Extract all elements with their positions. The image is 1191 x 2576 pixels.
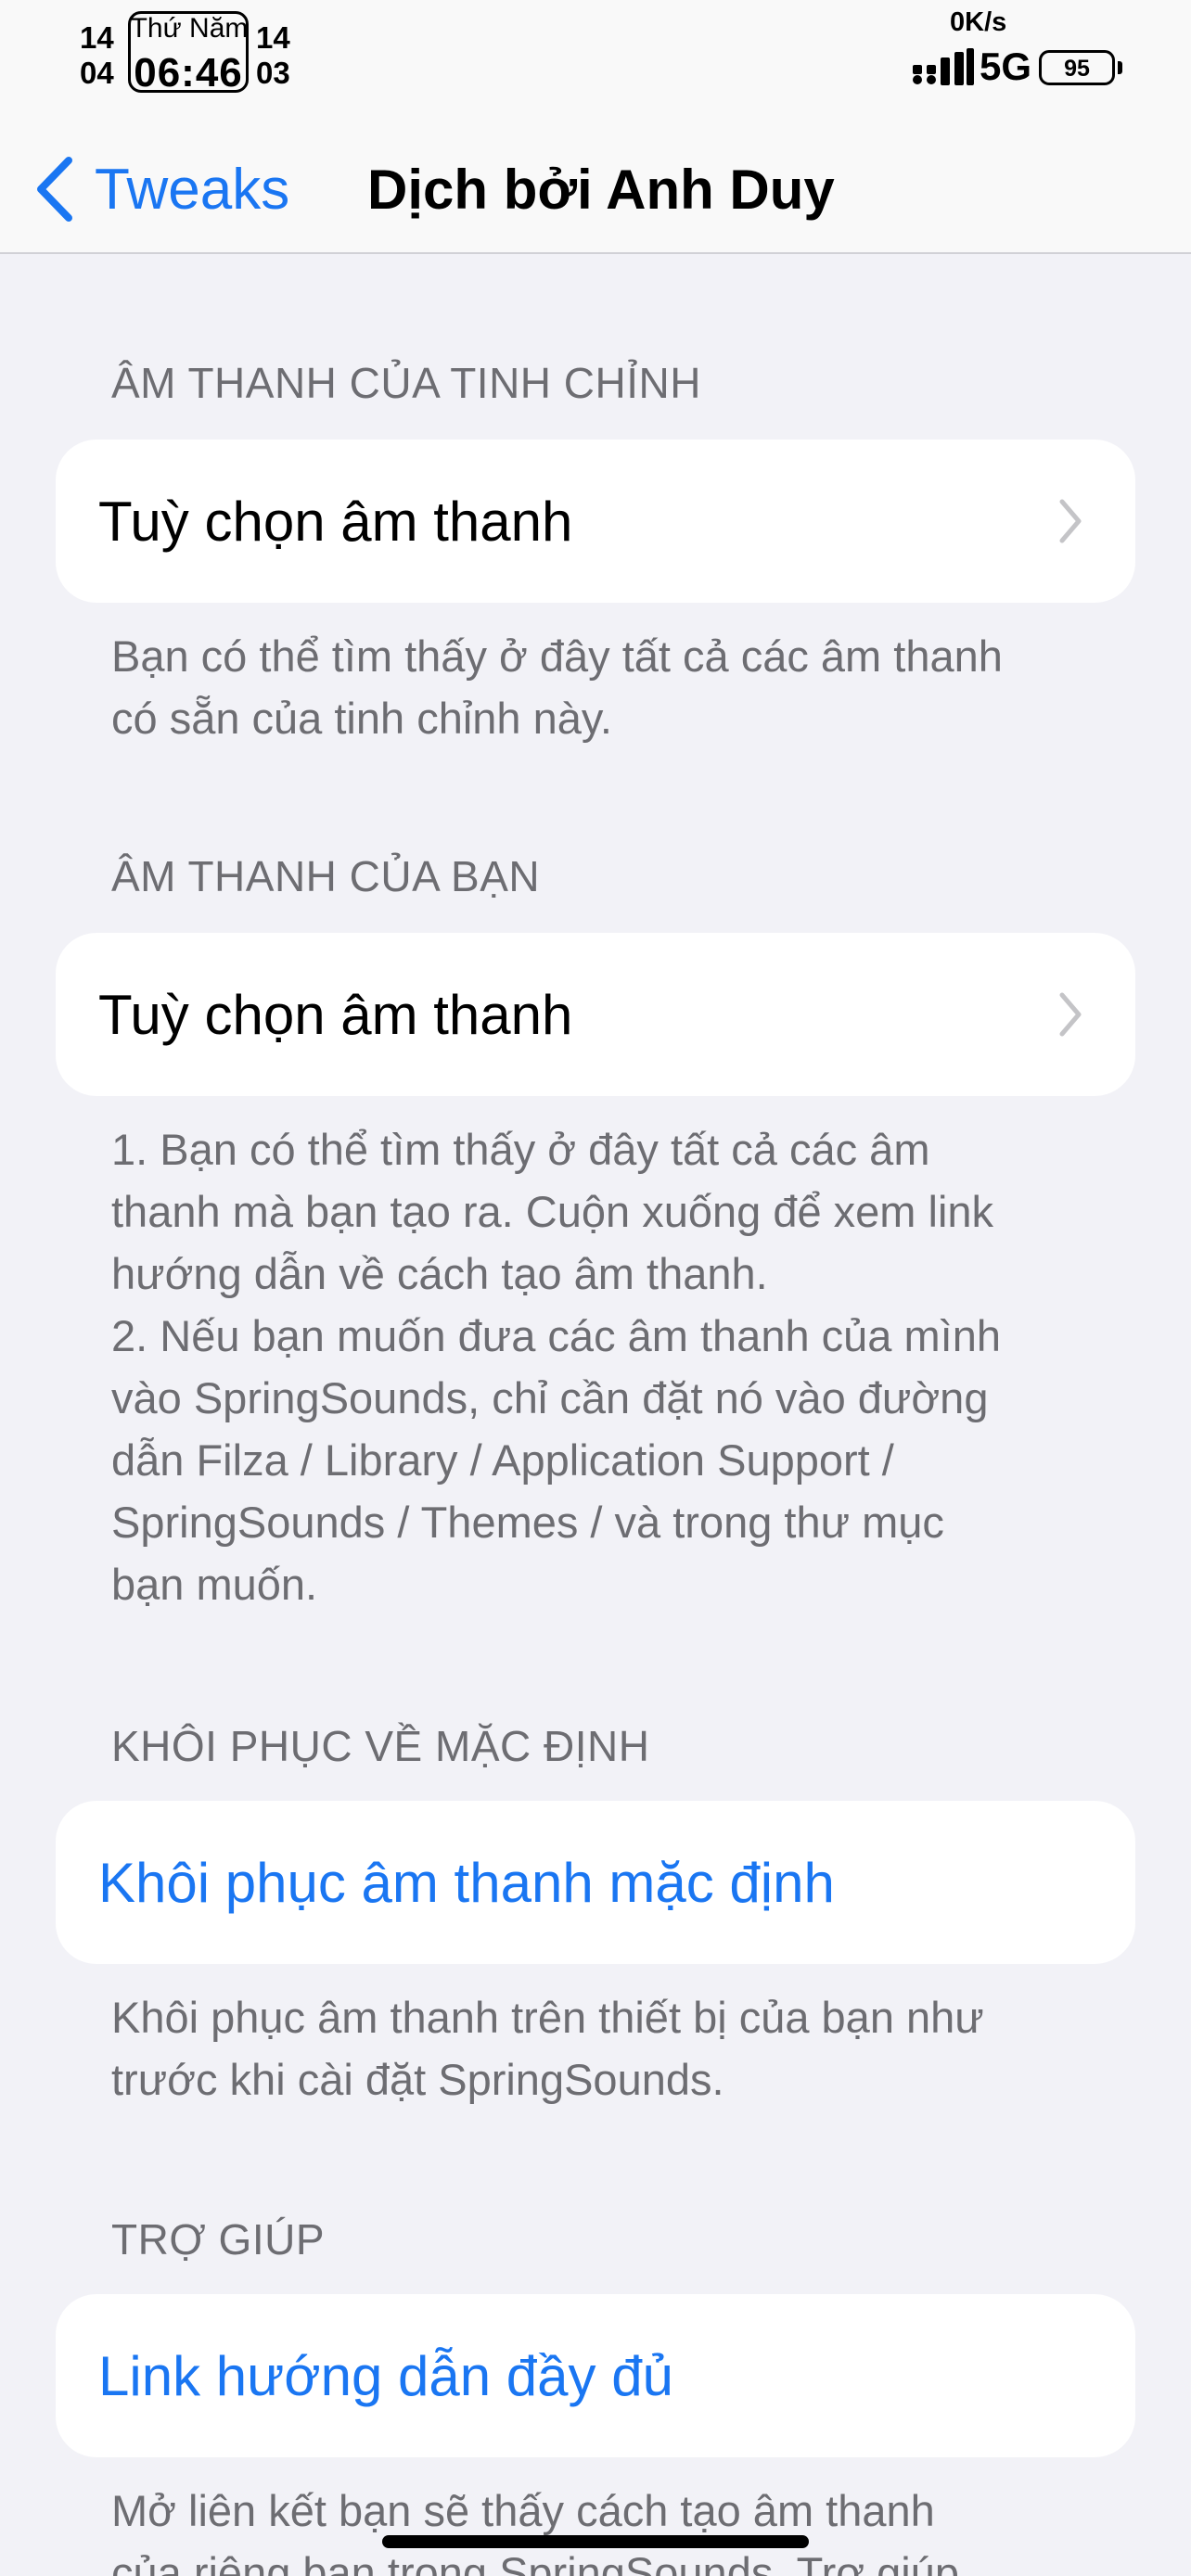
footer-line: trước khi cài đặt SpringSounds. [111, 2055, 724, 2104]
row-label: Tuỳ chọn âm thanh [98, 984, 573, 1046]
footer-line: hướng dẫn về cách tạo âm thanh. [111, 1249, 768, 1298]
status-bar: 14 04 Thứ Năm 06:46 14 03 0K/s 5G 95 [0, 0, 1191, 111]
network-type: 5G [980, 45, 1032, 88]
status-left-bottom: 04 [80, 56, 114, 90]
back-button[interactable]: Tweaks [33, 152, 289, 226]
back-button-label: Tweaks [95, 157, 290, 222]
chevron-left-icon [37, 157, 72, 222]
status-day: Thứ Năm [130, 13, 249, 44]
footer-line: dẫn Filza / Library / Application Suppor… [111, 1435, 894, 1485]
page-title: Dịch bởi Anh Duy [367, 159, 835, 221]
section-footer-tweak-sounds: Bạn có thể tìm thấy ở đây tất cả các âm … [111, 625, 1095, 749]
battery-icon: 95 [1039, 50, 1115, 85]
restore-default-label: Khôi phục âm thanh mặc định [98, 1852, 835, 1914]
restore-default-sounds-button[interactable]: Khôi phục âm thanh mặc định [56, 1801, 1135, 1964]
footer-line: 1. Bạn có thể tìm thấy ở đây tất cả các … [111, 1125, 930, 1174]
footer-line: bạn muốn. [111, 1560, 318, 1609]
footer-line: thanh mà bạn tạo ra. Cuộn xuống để xem l… [111, 1187, 994, 1236]
battery-tip [1118, 61, 1122, 74]
battery-level: 95 [1064, 56, 1090, 82]
chevron-right-icon [1059, 992, 1082, 1037]
footer-line: có sẵn của tinh chỉnh này. [111, 694, 612, 743]
home-indicator[interactable] [382, 2535, 809, 2548]
network-speed: 0K/s [950, 7, 1007, 37]
footer-line: 2. Nếu bạn muốn đưa các âm thanh của mìn… [111, 1311, 1001, 1360]
section-header-help: TRỢ GIÚP [111, 2215, 326, 2264]
navigation-bar: Tweaks Dịch bởi Anh Duy [0, 111, 1191, 254]
footer-line: SpringSounds / Themes / và trong thư mục [111, 1498, 944, 1547]
section-header-tweak-sounds: ÂM THANH CỦA TINH CHỈNH [111, 359, 701, 407]
status-left-top: 14 [80, 20, 114, 55]
status-indicators: 0K/s 5G 95 [913, 0, 1191, 102]
section-header-restore-default: KHÔI PHỤC VỀ MẶC ĐỊNH [111, 1722, 650, 1770]
status-time: 06:46 [134, 50, 243, 96]
footer-line: Khôi phục âm thanh trên thiết bị của bạn… [111, 1993, 984, 2042]
tweak-sound-options-row[interactable]: Tuỳ chọn âm thanh [56, 440, 1135, 603]
full-guide-link-button[interactable]: Link hướng dẫn đầy đủ [56, 2294, 1135, 2457]
signal-strength-icon [913, 48, 974, 85]
footer-line: vào SpringSounds, chỉ cần đặt nó vào đườ… [111, 1373, 989, 1422]
section-footer-help: Mở liên kết bạn sẽ thấy cách tạo âm than… [111, 2480, 1095, 2576]
footer-line: Bạn có thể tìm thấy ở đây tất cả các âm … [111, 631, 1003, 681]
footer-line: Mở liên kết bạn sẽ thấy cách tạo âm than… [111, 2486, 935, 2535]
section-header-your-sounds: ÂM THANH CỦA BẠN [111, 852, 541, 900]
status-right-bottom: 03 [256, 56, 290, 90]
your-sound-options-row[interactable]: Tuỳ chọn âm thanh [56, 933, 1135, 1096]
screen: 14 04 Thứ Năm 06:46 14 03 0K/s 5G 95 Twe… [0, 0, 1191, 2576]
full-guide-link-label: Link hướng dẫn đầy đủ [98, 2345, 673, 2407]
chevron-right-icon [1059, 499, 1082, 543]
status-clock-widget: 14 04 Thứ Năm 06:46 14 03 [80, 11, 302, 96]
row-label: Tuỳ chọn âm thanh [98, 491, 573, 553]
status-right-top: 14 [256, 20, 290, 55]
section-footer-your-sounds: 1. Bạn có thể tìm thấy ở đây tất cả các … [111, 1118, 1095, 1615]
section-footer-restore-default: Khôi phục âm thanh trên thiết bị của bạn… [111, 1986, 1095, 2111]
